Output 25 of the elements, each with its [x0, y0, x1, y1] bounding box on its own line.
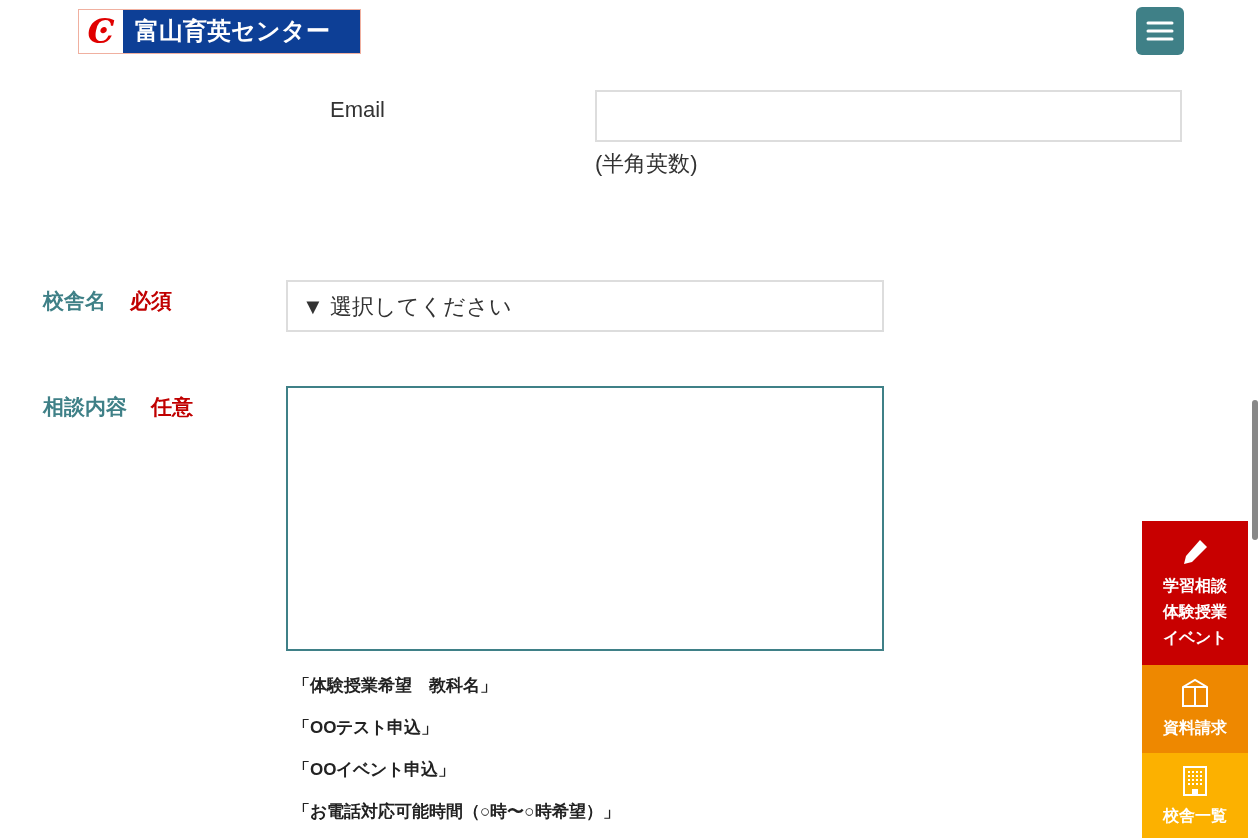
- side-nav-label: 校舎一覧: [1163, 806, 1227, 826]
- optional-label: 任意: [151, 394, 193, 420]
- logo-mark: Ͼ: [86, 9, 116, 53]
- email-note: (半角英数): [595, 150, 699, 178]
- menu-icon: [1146, 20, 1174, 42]
- logo-text: 富山育英センター: [123, 9, 360, 53]
- consult-label: 相談内容: [43, 394, 127, 420]
- logo[interactable]: Ͼ 富山育英センター: [78, 8, 361, 54]
- menu-button[interactable]: [1136, 7, 1184, 55]
- required-label: 必須: [130, 288, 172, 314]
- building-icon: [1182, 765, 1208, 797]
- box-icon: [1180, 677, 1210, 709]
- school-label: 校舎名: [43, 288, 106, 314]
- example-hint: 「OOイベント申込」: [293, 759, 457, 781]
- school-select[interactable]: ▼ 選択してください: [286, 280, 884, 332]
- email-label: Email: [330, 96, 386, 124]
- side-nav-label: 資料請求: [1163, 718, 1227, 738]
- side-nav-button[interactable]: 学習相談 体験授業 イベント: [1142, 521, 1248, 665]
- scrollbar-thumb[interactable]: [1252, 400, 1258, 540]
- example-hint: 「体験授業希望 教科名」: [293, 675, 498, 697]
- example-hint: 「お電話対応可能時間（○時〜○時希望）」: [293, 801, 621, 823]
- example-hint: 「OOテスト申込」: [293, 717, 440, 739]
- side-nav-label: 学習相談 体験授業 イベント: [1163, 576, 1227, 648]
- consult-textarea[interactable]: [286, 386, 884, 651]
- email-field[interactable]: [595, 90, 1182, 142]
